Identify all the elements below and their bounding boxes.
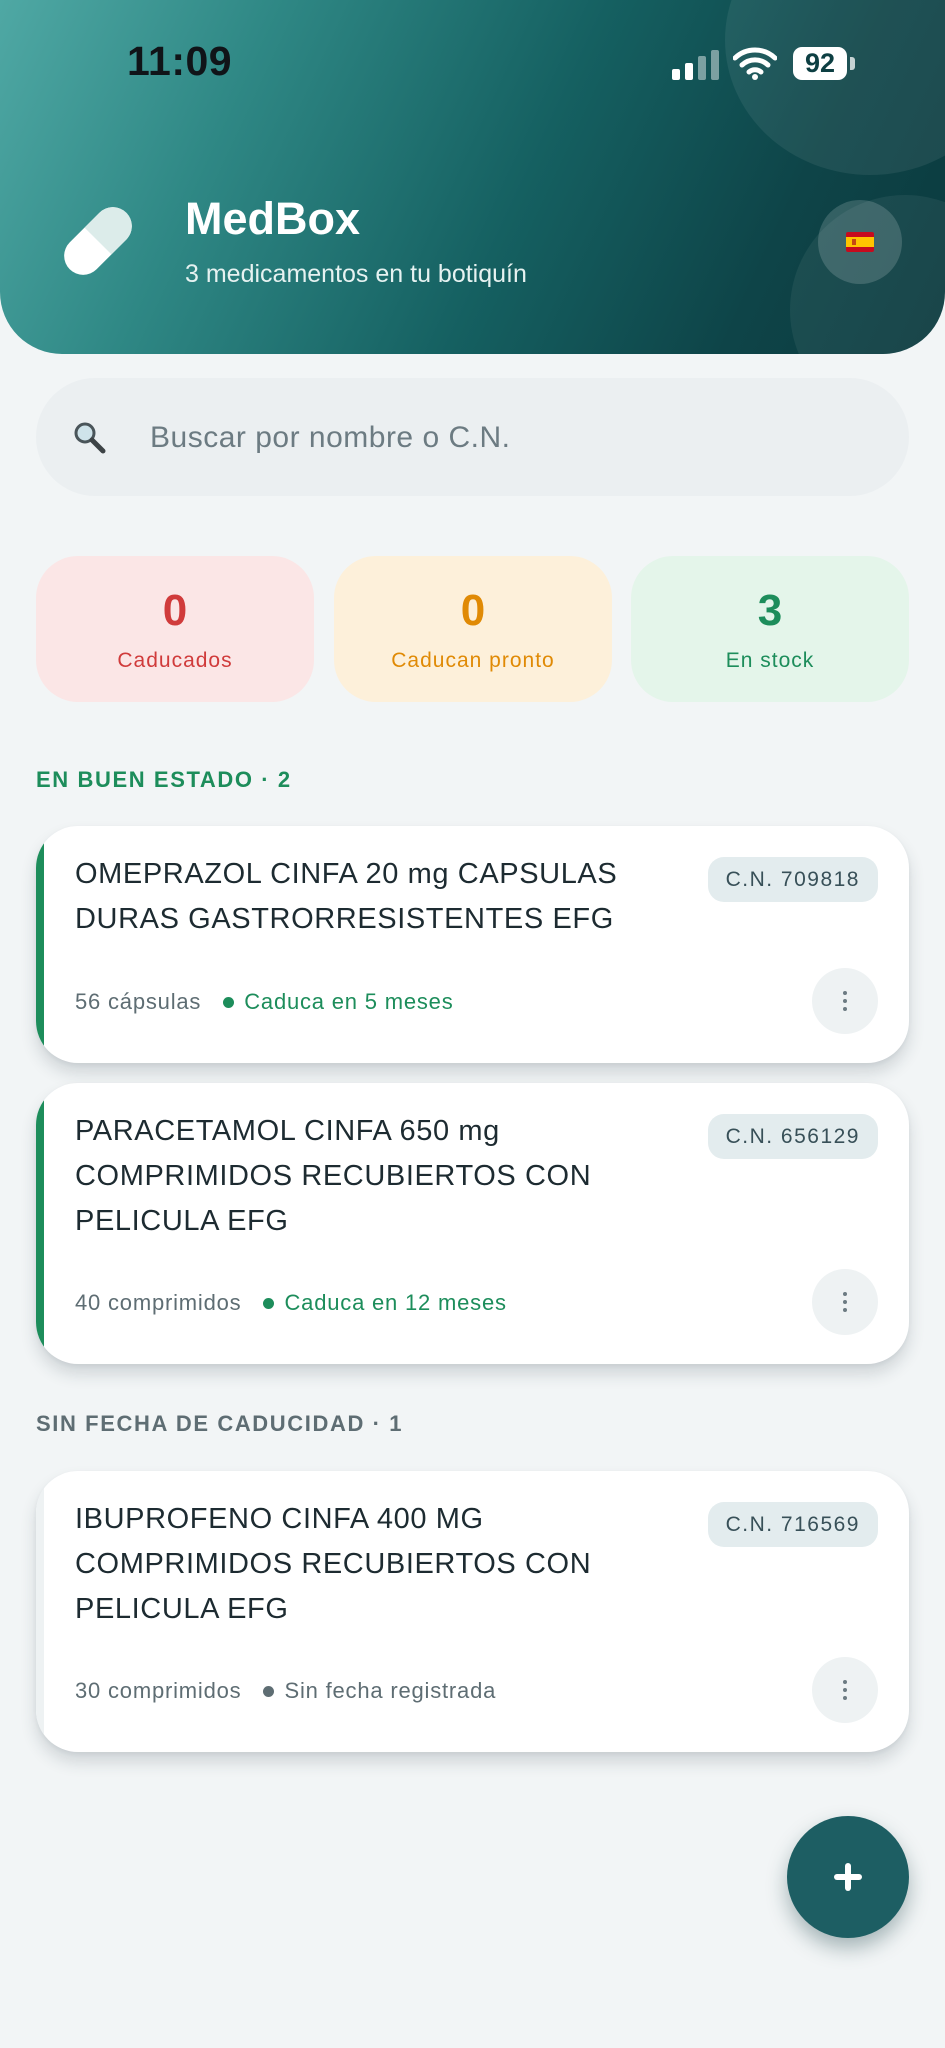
expired-stat-card[interactable]: 0 Caducados — [36, 556, 314, 702]
expiry-text: Caduca en 5 meses — [244, 989, 454, 1014]
add-medicine-button[interactable] — [787, 1816, 909, 1938]
status-dot — [263, 1297, 275, 1309]
medicine-name: IBUPROFENO CINFA 400 MG COMPRIMIDOS RECU… — [75, 1503, 592, 1625]
medicine-card[interactable]: OMEPRAZOL CINFA 20 mg CAPSULAS DURAS GAS… — [36, 826, 909, 1063]
search-icon — [74, 422, 106, 454]
status-accent-bar — [36, 1083, 44, 1364]
vertical-ellipsis-icon — [843, 991, 847, 1011]
section-heading-no-expiry: SIN FECHA DE CADUCIDAD · 1 — [36, 1411, 404, 1436]
cn-badge: C.N. 709818 — [707, 857, 878, 902]
status-time: 11:09 — [127, 38, 233, 84]
more-options-button[interactable] — [812, 968, 878, 1034]
language-button[interactable] — [818, 200, 902, 284]
wifi-icon — [733, 47, 777, 80]
battery-indicator: 92 — [793, 47, 847, 80]
status-dot — [223, 996, 235, 1008]
more-options-button[interactable] — [812, 1269, 878, 1335]
decorative-circle — [725, 0, 945, 175]
plus-icon — [834, 1863, 862, 1891]
expired-count: 0 — [162, 586, 188, 635]
medicine-card[interactable]: IBUPROFENO CINFA 400 MG COMPRIMIDOS RECU… — [36, 1471, 909, 1752]
vertical-ellipsis-icon — [843, 1292, 847, 1312]
medicine-meta: 56 cápsulas Caduca en 5 meses — [75, 989, 454, 1015]
expiry-text: Sin fecha registrada — [284, 1678, 497, 1703]
status-accent-bar — [36, 1471, 44, 1752]
medicine-quantity: 30 comprimidos — [75, 1678, 242, 1703]
expiring-soon-stat-card[interactable]: 0 Caducan pronto — [334, 556, 612, 702]
cellular-signal-icon — [672, 50, 720, 80]
in-stock-stat-card[interactable]: 3 En stock — [631, 556, 909, 702]
medicine-name: PARACETAMOL CINFA 650 mg COMPRIMIDOS REC… — [75, 1115, 592, 1237]
app-title: MedBox — [185, 193, 361, 244]
status-accent-bar — [36, 826, 44, 1063]
expired-label: Caducados — [117, 649, 233, 672]
medicine-name: OMEPRAZOL CINFA 20 mg CAPSULAS DURAS GAS… — [75, 858, 618, 935]
medicine-count-subtitle: 3 medicamentos en tu botiquín — [185, 260, 527, 288]
in-stock-count: 3 — [757, 586, 783, 635]
vertical-ellipsis-icon — [843, 1680, 847, 1700]
cn-badge: C.N. 716569 — [707, 1502, 878, 1547]
medicine-quantity: 56 cápsulas — [75, 989, 202, 1014]
pill-icon — [64, 207, 132, 275]
expiry-text: Caduca en 12 meses — [284, 1290, 507, 1315]
app-header: 11:09 92 MedBox 3 medicamentos en tu bot… — [0, 0, 945, 354]
medicine-card[interactable]: PARACETAMOL CINFA 650 mg COMPRIMIDOS REC… — [36, 1083, 909, 1364]
expiring-soon-count: 0 — [460, 586, 486, 635]
medicine-meta: 40 comprimidos Caduca en 12 meses — [75, 1290, 507, 1316]
medicine-quantity: 40 comprimidos — [75, 1290, 242, 1315]
cn-badge: C.N. 656129 — [707, 1114, 878, 1159]
spain-flag-icon — [846, 232, 874, 252]
medicine-meta: 30 comprimidos Sin fecha registrada — [75, 1678, 496, 1704]
search-input[interactable] — [150, 410, 850, 466]
expiring-soon-label: Caducan pronto — [391, 649, 555, 672]
status-dot — [263, 1685, 275, 1697]
in-stock-label: En stock — [725, 649, 815, 672]
section-heading-good: EN BUEN ESTADO · 2 — [36, 767, 292, 792]
battery-cap — [850, 57, 855, 70]
more-options-button[interactable] — [812, 1657, 878, 1723]
medbox-screen: 11:09 92 MedBox 3 medicamentos en tu bot… — [0, 0, 945, 2048]
